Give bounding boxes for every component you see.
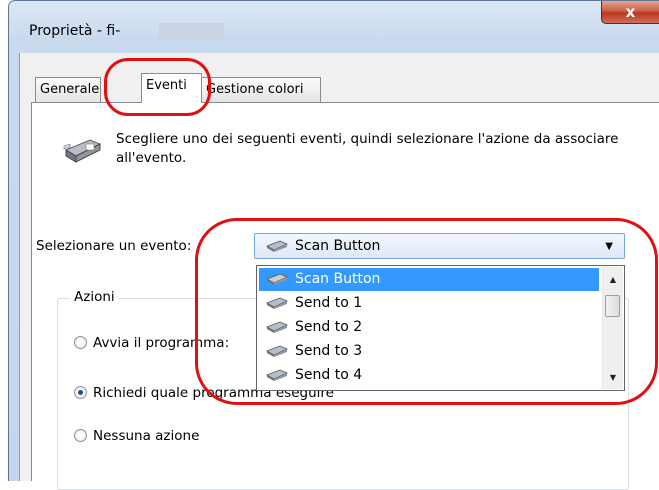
scanner-icon xyxy=(266,240,288,252)
chevron-down-icon[interactable]: ▼ xyxy=(605,241,613,252)
chevron-up-icon[interactable]: ▲ xyxy=(603,269,623,289)
list-item-label: Send to 2 xyxy=(295,319,363,335)
radio-button[interactable] xyxy=(74,386,87,399)
event-select-label: Selezionare un evento: xyxy=(36,238,192,254)
event-select-value: Scan Button xyxy=(295,238,381,254)
scanner-icon xyxy=(266,369,288,381)
radio-label: Nessuna azione xyxy=(93,428,200,444)
scanner-icon xyxy=(266,321,288,333)
event-select[interactable]: Scan Button ▼ xyxy=(254,233,625,259)
close-icon: x xyxy=(625,3,636,21)
scanner-icon xyxy=(266,345,288,357)
tab-label: Gestione colori xyxy=(206,82,304,97)
list-item-label: Send to 1 xyxy=(295,295,363,311)
actions-group-title: Azioni xyxy=(70,289,119,305)
close-button[interactable]: x xyxy=(601,1,659,24)
scanner-icon xyxy=(266,297,288,309)
scanner-icon xyxy=(63,139,102,163)
tab-gestione-colori[interactable]: Gestione colori xyxy=(201,77,321,102)
list-item[interactable]: Send to 3 xyxy=(259,340,599,363)
list-item-label: Scan Button xyxy=(295,271,381,287)
tab-label: Eventi xyxy=(146,78,187,93)
description-text: Scegliere uno dei seguenti eventi, quind… xyxy=(116,131,619,166)
radio-button[interactable] xyxy=(74,336,87,349)
tab-eventi[interactable]: Eventi xyxy=(141,73,202,103)
list-item-label: Send to 4 xyxy=(295,367,363,383)
window-title: Proprietà - fi- xyxy=(29,23,121,39)
list-item[interactable]: Send to 1 xyxy=(259,292,599,315)
list-item[interactable]: Send to 2 xyxy=(259,316,599,339)
list-item[interactable]: Send to 4 xyxy=(259,364,599,388)
event-dropdown-list: Scan Button Send to 1 Send to 2 Send to … xyxy=(256,265,625,391)
scrollbar-thumb[interactable] xyxy=(605,295,620,317)
chevron-down-icon[interactable]: ▼ xyxy=(603,367,623,387)
dropdown-scrollbar[interactable]: ▲ ▼ xyxy=(602,267,623,389)
radio-label: Avvia il programma: xyxy=(93,335,230,351)
title-redaction xyxy=(159,23,224,41)
tab-label: Generale xyxy=(40,82,100,97)
radio-button[interactable] xyxy=(74,429,87,442)
list-item[interactable]: Scan Button xyxy=(259,268,599,291)
title-bar[interactable]: Proprietà - fi- x xyxy=(9,1,659,53)
tab-generale[interactable]: Generale xyxy=(35,77,101,102)
radio-avvia-programma[interactable]: Avvia il programma: xyxy=(74,335,229,351)
list-item-label: Send to 3 xyxy=(295,343,363,359)
scanner-icon xyxy=(266,273,288,285)
radio-nessuna-azione[interactable]: Nessuna azione xyxy=(74,428,199,444)
